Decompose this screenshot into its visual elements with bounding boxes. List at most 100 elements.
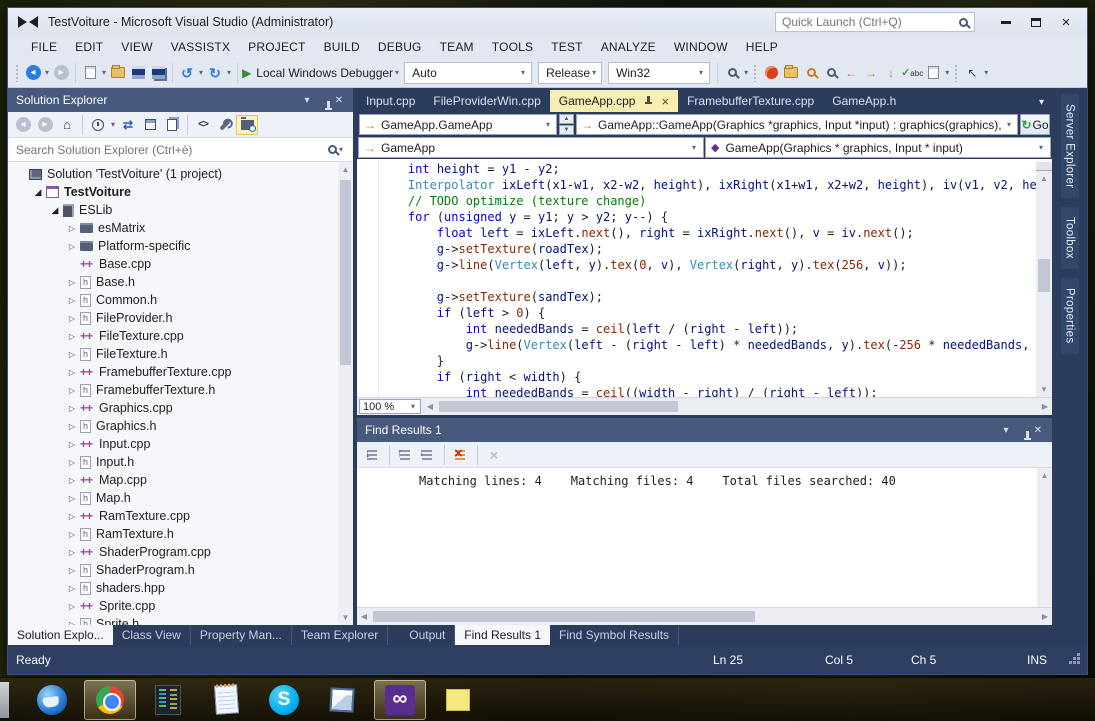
taskbar-notepad-button[interactable] bbox=[200, 680, 252, 720]
new-file-button[interactable] bbox=[80, 62, 100, 84]
taskbar-monitor-button[interactable] bbox=[142, 680, 194, 720]
vax-scope-combobox[interactable]: → GameApp.GameApp ▾ bbox=[359, 114, 557, 135]
collapsed-arrow-icon[interactable]: ▷ bbox=[65, 602, 79, 611]
start-debug-button[interactable]: ▶ Local Windows Debugger bbox=[242, 62, 393, 84]
menu-test[interactable]: TEST bbox=[542, 40, 591, 54]
window-position-dropdown[interactable]: ▾ bbox=[299, 95, 315, 106]
scrollbar-thumb[interactable] bbox=[1038, 259, 1050, 292]
panel-tab-find-symbol-results[interactable]: Find Symbol Results bbox=[550, 625, 679, 645]
taskbar-thunderbird-button[interactable] bbox=[26, 680, 78, 720]
tree-item-solution-testvoiture-1-project-[interactable]: Solution 'TestVoiture' (1 project) bbox=[8, 165, 353, 183]
tree-item-shaderprogram.cpp[interactable]: ▷++ShaderProgram.cpp bbox=[8, 543, 353, 561]
configuration-combobox[interactable]: Release ▾ bbox=[538, 62, 602, 84]
menu-team[interactable]: TEAM bbox=[431, 40, 483, 54]
panel-tab-solution-explo-[interactable]: Solution Explo... bbox=[8, 625, 113, 645]
taskbar-partial-button[interactable] bbox=[0, 682, 9, 718]
side-tab-server-explorer[interactable]: Server Explorer bbox=[1061, 94, 1079, 198]
tree-item-framebuffertexture.cpp[interactable]: ▷++FramebufferTexture.cpp bbox=[8, 363, 353, 381]
goto-location-button[interactable] bbox=[363, 445, 383, 465]
quick-launch-input[interactable] bbox=[782, 15, 959, 29]
show-all-files-button[interactable] bbox=[161, 115, 183, 135]
doc-tab-fileproviderwin.cpp[interactable]: FileProviderWin.cpp bbox=[424, 90, 549, 112]
auto-combobox[interactable]: Auto ▾ bbox=[404, 62, 532, 84]
toolbar-overflow-dropdown[interactable]: ▾ bbox=[943, 68, 951, 77]
find-results-titlebar[interactable]: Find Results 1 ▾ ✕ bbox=[357, 418, 1052, 442]
collapsed-arrow-icon[interactable]: ▷ bbox=[65, 386, 79, 395]
collapsed-arrow-icon[interactable]: ▷ bbox=[65, 422, 79, 431]
tree-item-input.h[interactable]: ▷hInput.h bbox=[8, 453, 353, 471]
taskbar-cube-button[interactable] bbox=[316, 680, 368, 720]
panel-tab-team-explorer[interactable]: Team Explorer bbox=[292, 625, 388, 645]
collapsed-arrow-icon[interactable]: ▷ bbox=[65, 584, 79, 593]
panel-tab-property-man-[interactable]: Property Man... bbox=[191, 625, 292, 645]
splitter-handle[interactable] bbox=[1036, 159, 1052, 171]
scrollbar-thumb[interactable] bbox=[373, 611, 755, 622]
collapsed-arrow-icon[interactable]: ▷ bbox=[65, 350, 79, 359]
close-tab-icon[interactable]: × bbox=[661, 95, 669, 108]
type-dropdown[interactable]: → GameApp ▾ bbox=[358, 137, 704, 158]
undo-button[interactable]: ↺ bbox=[177, 62, 197, 84]
tab-list-dropdown[interactable]: ▾ bbox=[1039, 97, 1052, 112]
side-tab-toolbox[interactable]: Toolbox bbox=[1061, 207, 1079, 269]
preview-selected-items-button[interactable] bbox=[236, 115, 258, 135]
tree-item-base.cpp[interactable]: ++Base.cpp bbox=[8, 255, 353, 273]
tree-item-testvoiture[interactable]: ◢TestVoiture bbox=[8, 183, 353, 201]
solution-explorer-search-box[interactable]: ▾ bbox=[9, 138, 352, 162]
menu-file[interactable]: FILE bbox=[22, 40, 66, 54]
menu-vassistx[interactable]: VASSISTX bbox=[162, 40, 239, 54]
spin-up-button[interactable]: ▲ bbox=[559, 114, 574, 124]
member-dropdown[interactable]: ◆ GameApp(Graphics * graphics, Input * i… bbox=[705, 137, 1051, 158]
menu-tools[interactable]: TOOLS bbox=[483, 40, 542, 54]
doc-tab-framebuffertexture.cpp[interactable]: FramebufferTexture.cpp bbox=[678, 90, 823, 112]
code-editor[interactable]: int height = y1 - y2; Interpolator ixLef… bbox=[357, 159, 1052, 397]
editor-vertical-scrollbar[interactable]: ▲ ▼ bbox=[1036, 159, 1052, 397]
find-in-files-button[interactable] bbox=[722, 62, 742, 84]
pending-changes-filter-button[interactable] bbox=[87, 115, 109, 135]
redo-dropdown[interactable]: ▾ bbox=[225, 68, 233, 77]
redo-button[interactable]: ↻ bbox=[205, 62, 225, 84]
tree-item-filetexture.h[interactable]: ▷hFileTexture.h bbox=[8, 345, 353, 363]
scroll-down-arrow[interactable]: ▼ bbox=[1036, 383, 1052, 397]
tree-item-filetexture.cpp[interactable]: ▷++FileTexture.cpp bbox=[8, 327, 353, 345]
toolbar-grip[interactable] bbox=[954, 64, 959, 82]
scrollbar-thumb[interactable] bbox=[340, 180, 351, 365]
tree-item-ramtexture.h[interactable]: ▷hRamTexture.h bbox=[8, 525, 353, 543]
expanded-arrow-icon[interactable]: ◢ bbox=[31, 187, 45, 198]
solution-explorer-search-input[interactable] bbox=[16, 143, 328, 157]
pin-icon[interactable] bbox=[643, 95, 654, 107]
zoom-combobox[interactable]: 100 % ▾ bbox=[359, 399, 421, 414]
quick-find-button[interactable] bbox=[821, 62, 841, 84]
collapse-all-button[interactable] bbox=[139, 115, 161, 135]
scroll-down-arrow[interactable]: ▼ bbox=[338, 610, 353, 625]
spin-down-button[interactable]: ▼ bbox=[559, 125, 574, 135]
scrollbar-thumb[interactable] bbox=[439, 401, 678, 412]
tree-item-esmatrix[interactable]: ▷esMatrix bbox=[8, 219, 353, 237]
save-button[interactable] bbox=[128, 62, 148, 84]
find-results-vertical-scrollbar[interactable]: ▲ bbox=[1037, 468, 1052, 607]
open-file-button[interactable] bbox=[108, 62, 128, 84]
navigate-forward-button[interactable]: ▸ bbox=[51, 62, 71, 84]
tree-item-common.h[interactable]: ▷hCommon.h bbox=[8, 291, 353, 309]
spell-check-button[interactable]: ✓abc bbox=[901, 62, 923, 84]
tree-item-fileprovider.h[interactable]: ▷hFileProvider.h bbox=[8, 309, 353, 327]
tree-item-shaderprogram.h[interactable]: ▷hShaderProgram.h bbox=[8, 561, 353, 579]
vax-spinner[interactable]: ▲ ▼ bbox=[559, 114, 574, 135]
collapsed-arrow-icon[interactable]: ▷ bbox=[65, 368, 79, 377]
tree-item-sprite.cpp[interactable]: ▷++Sprite.cpp bbox=[8, 597, 353, 615]
doc-tab-gameapp.cpp[interactable]: GameApp.cpp× bbox=[550, 90, 678, 112]
se-home-button[interactable]: ⌂ bbox=[56, 115, 78, 135]
clear-all-button[interactable] bbox=[451, 445, 471, 465]
scroll-up-arrow[interactable]: ▲ bbox=[1037, 468, 1052, 483]
scroll-left-arrow[interactable]: ◀ bbox=[357, 609, 371, 624]
tree-item-sprite.h[interactable]: ▷hSprite.h bbox=[8, 615, 353, 625]
scroll-right-arrow[interactable]: ▶ bbox=[1038, 609, 1052, 624]
collapsed-arrow-icon[interactable]: ▷ bbox=[65, 548, 79, 557]
panel-tab-output[interactable]: Output bbox=[400, 625, 455, 645]
close-button[interactable]: × bbox=[1051, 11, 1081, 33]
maximize-button[interactable] bbox=[1021, 11, 1051, 33]
menu-help[interactable]: HELP bbox=[737, 40, 787, 54]
collapsed-arrow-icon[interactable]: ▷ bbox=[65, 620, 79, 626]
menu-build[interactable]: BUILD bbox=[315, 40, 369, 54]
collapsed-arrow-icon[interactable]: ▷ bbox=[65, 530, 79, 539]
tree-item-input.cpp[interactable]: ▷++Input.cpp bbox=[8, 435, 353, 453]
